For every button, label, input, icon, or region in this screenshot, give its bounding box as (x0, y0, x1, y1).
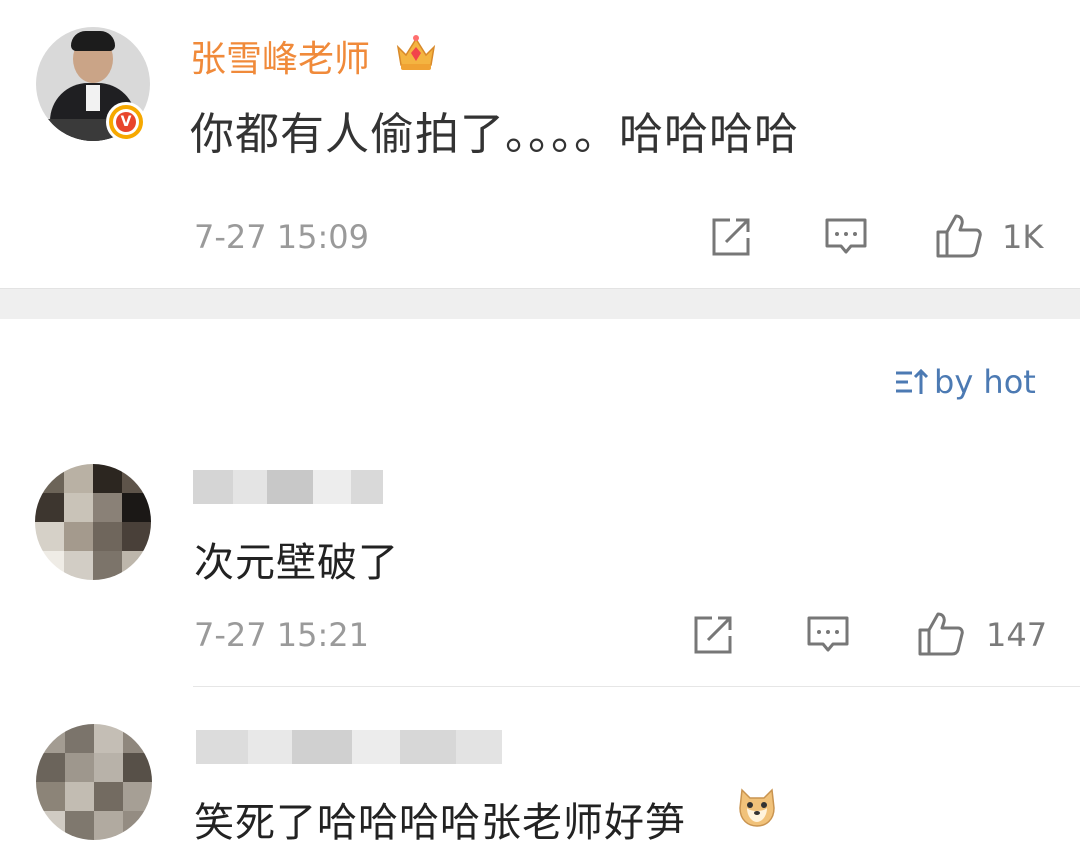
comment-text: 次元壁破了 (194, 540, 399, 586)
sort-label: by hot (934, 363, 1036, 401)
doge-emoji-icon (739, 788, 775, 827)
sort-by-hot-button[interactable]: by hot (894, 362, 1036, 402)
sort-icon (896, 368, 929, 394)
commenter-name-redacted[interactable] (196, 730, 502, 764)
post-timestamp: 7-27 15:09 (194, 218, 370, 256)
share-icon[interactable] (710, 216, 754, 258)
commenter-avatar[interactable] (35, 464, 151, 580)
share-icon[interactable] (692, 614, 736, 656)
like-thumb-icon[interactable] (934, 212, 984, 260)
commenter-name-redacted[interactable] (193, 470, 383, 504)
comment-icon[interactable] (806, 614, 850, 656)
verified-badge-icon: V (106, 102, 146, 142)
commenter-avatar[interactable] (36, 724, 152, 840)
crown-icon (396, 35, 436, 70)
like-thumb-icon[interactable] (916, 610, 966, 658)
post-like-count: 1K (1002, 218, 1044, 256)
comment-divider (193, 686, 1080, 687)
comment-timestamp: 7-27 15:21 (194, 616, 370, 654)
comment-like-count: 147 (986, 616, 1048, 654)
author-name[interactable]: 张雪峰老师 (190, 30, 370, 82)
post-text: 你都有人偷拍了。。。。哈哈哈哈 (190, 109, 799, 160)
main-post: V 张雪峰老师 你都有人偷拍了。。。。哈哈哈哈 7-27 15:09 1K (0, 0, 1080, 288)
comment-text: 笑死了哈哈哈哈张老师好笋 (194, 800, 686, 846)
comment-icon[interactable] (824, 216, 868, 258)
section-separator (0, 288, 1080, 319)
